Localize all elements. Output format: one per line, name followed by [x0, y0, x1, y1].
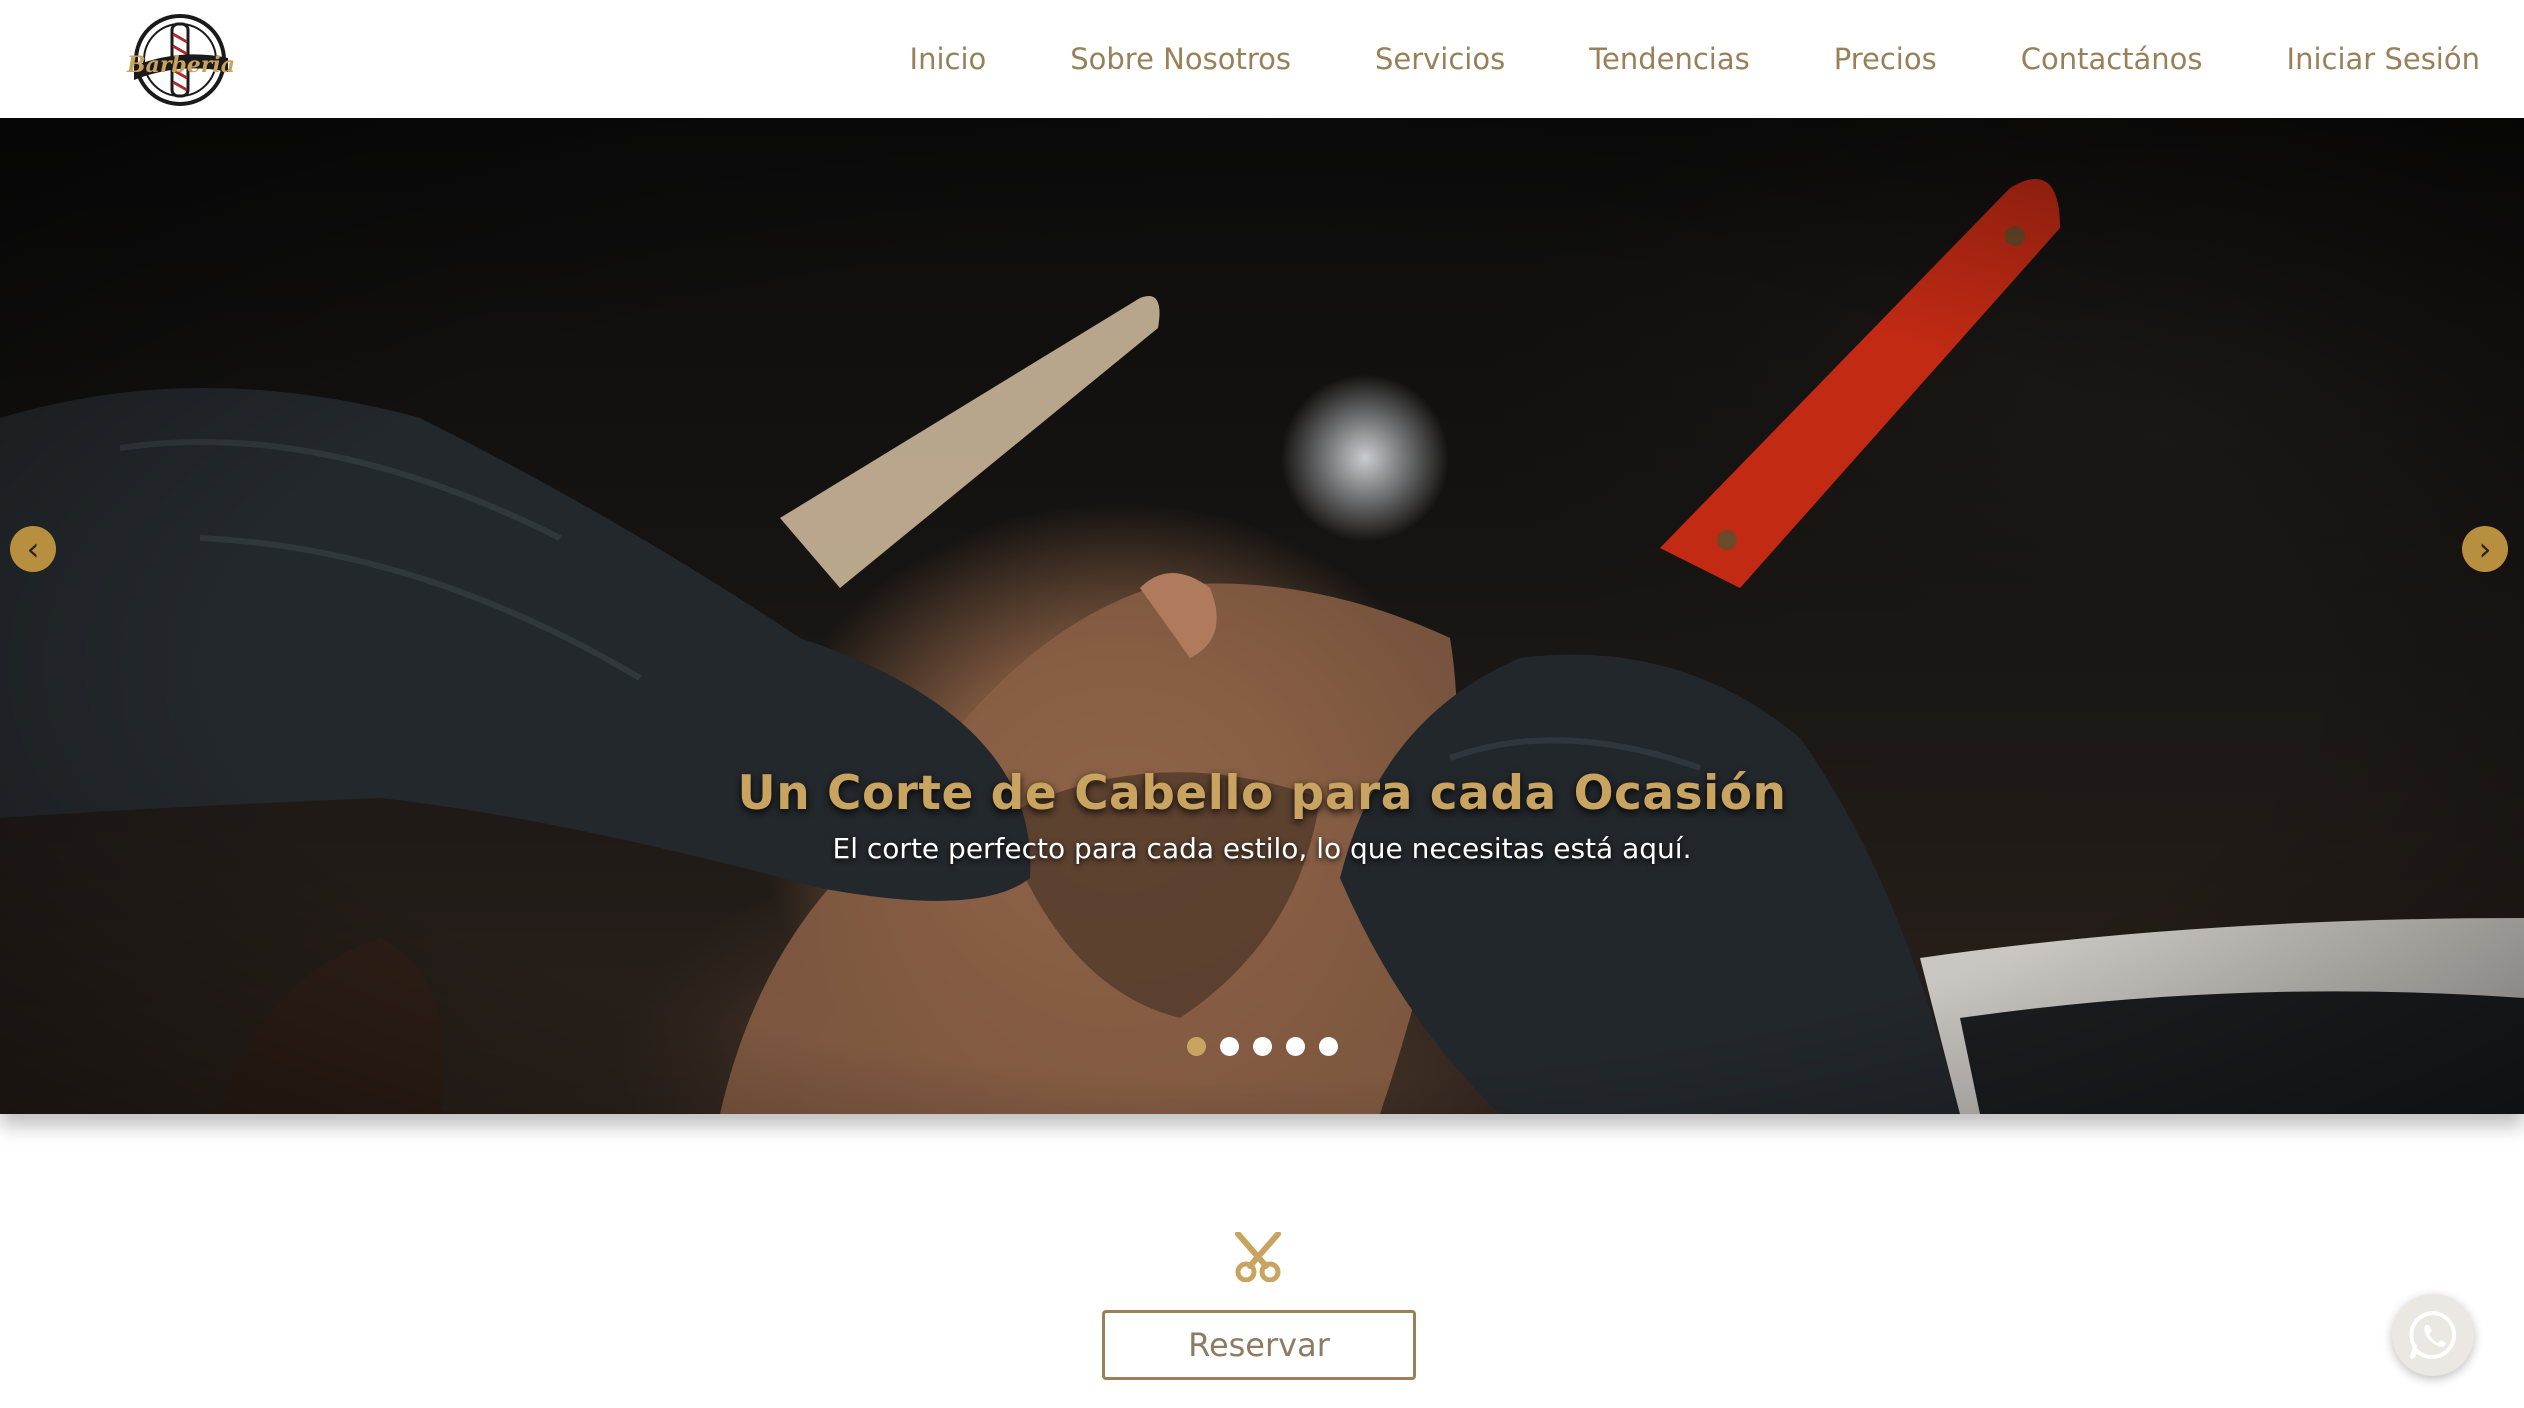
nav-inicio[interactable]: Inicio [910, 42, 987, 76]
carousel-dot-1[interactable] [1186, 1037, 1206, 1056]
reservar-button[interactable]: Reservar [1102, 1310, 1416, 1380]
nav-contactanos[interactable]: Contactános [2021, 42, 2203, 76]
carousel-dot-3[interactable] [1252, 1037, 1272, 1056]
site-header: Barberia Inicio Sobre Nosotros Servicios… [0, 0, 2524, 118]
carousel-indicators [0, 1037, 2524, 1056]
chevron-left-icon: ‹ [26, 530, 40, 568]
hero-title: Un Corte de Cabello para cada Ocasión [737, 766, 1787, 821]
carousel-dot-2[interactable] [1219, 1037, 1239, 1056]
chevron-right-icon: › [2478, 530, 2492, 568]
carousel-dot-5[interactable] [1318, 1037, 1338, 1056]
nav-servicios[interactable]: Servicios [1375, 42, 1505, 76]
nav-sobre-nosotros[interactable]: Sobre Nosotros [1070, 42, 1291, 76]
nav-precios[interactable]: Precios [1834, 42, 1937, 76]
hero-carousel: Un Corte de Cabello para cada Ocasión El… [0, 118, 2524, 1114]
hero-subtitle: El corte perfecto para cada estilo, lo q… [832, 832, 1692, 865]
hero-background-image [0, 118, 2524, 1114]
scissors-icon [1232, 1231, 1284, 1283]
carousel-prev-button[interactable]: ‹ [10, 526, 56, 572]
whatsapp-icon [2409, 1311, 2457, 1359]
carousel-dot-4[interactable] [1285, 1037, 1305, 1056]
main-nav: Inicio Sobre Nosotros Servicios Tendenci… [910, 0, 2480, 118]
carousel-next-button[interactable]: › [2462, 526, 2508, 572]
nav-iniciar-sesion[interactable]: Iniciar Sesión [2287, 42, 2480, 76]
nav-tendencias[interactable]: Tendencias [1589, 42, 1750, 76]
whatsapp-button[interactable] [2392, 1294, 2474, 1376]
barberia-logo[interactable]: Barberia [120, 8, 240, 110]
logo-text: Barberia [126, 52, 235, 78]
